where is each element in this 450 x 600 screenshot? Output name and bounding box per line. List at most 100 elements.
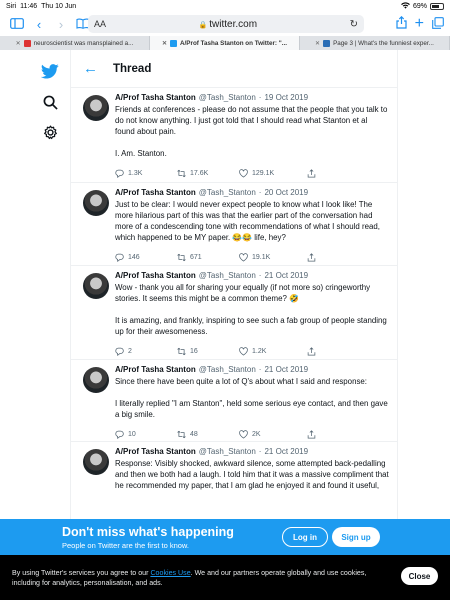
heart-icon xyxy=(239,429,248,439)
retweet-icon xyxy=(177,347,186,356)
clock: 11:46 xyxy=(20,2,38,10)
retweet-button[interactable]: 671 xyxy=(177,253,239,262)
retweet-button[interactable]: 17.6K xyxy=(177,169,239,178)
reload-icon[interactable]: ↻ xyxy=(350,19,358,30)
close-tab-icon[interactable]: ✕ xyxy=(162,40,167,47)
close-cookie-button[interactable]: Close xyxy=(401,567,438,585)
cookies-use-link[interactable]: Cookies Use xyxy=(150,569,190,577)
avatar[interactable] xyxy=(83,95,109,121)
tab-label: neuroscientist was mansplained a... xyxy=(33,39,134,47)
login-button[interactable]: Log in xyxy=(282,527,328,547)
tweet-date[interactable]: 21 Oct 2019 xyxy=(264,271,308,280)
search-icon[interactable] xyxy=(39,91,61,113)
tweet-paragraph: It is amazing, and frankly, inspiring to… xyxy=(115,316,387,336)
avatar[interactable] xyxy=(83,273,109,299)
close-tab-icon[interactable]: ✕ xyxy=(315,40,320,47)
share-icon[interactable] xyxy=(396,15,407,32)
like-count: 19.1K xyxy=(252,253,271,261)
tabs-overview-icon[interactable] xyxy=(432,16,444,32)
share-button[interactable] xyxy=(307,429,316,439)
tweet-date[interactable]: 20 Oct 2019 xyxy=(264,188,308,197)
tweet-text: Just to be clear: I would never expect p… xyxy=(115,199,389,243)
avatar[interactable] xyxy=(83,449,109,475)
reply-count: 146 xyxy=(128,253,140,261)
share-button[interactable] xyxy=(307,346,316,356)
forward-arrow-icon[interactable]: › xyxy=(50,17,72,32)
avatar[interactable] xyxy=(83,190,109,216)
page-title: Thread xyxy=(113,62,152,75)
tweet-header: A/Prof Tasha Stanton @Tash_Stanton · 21 Oct… xyxy=(115,271,389,281)
reply-button[interactable]: 146 xyxy=(115,253,177,262)
signup-banner: Don't miss what's happening People on Tw… xyxy=(0,519,450,555)
reply-button[interactable]: 10 xyxy=(115,430,177,439)
author-name[interactable]: A/Prof Tasha Stanton xyxy=(115,365,196,374)
author-name[interactable]: A/Prof Tasha Stanton xyxy=(115,93,196,102)
like-count: 2K xyxy=(252,430,261,438)
tweet-header: A/Prof Tasha Stanton @Tash_Stanton · 21 Oct… xyxy=(115,365,389,375)
reply-button[interactable]: 1.3K xyxy=(115,169,177,178)
address-bar[interactable]: AA 🔒 twitter.com ↻ xyxy=(88,15,364,33)
new-tab-icon[interactable]: + xyxy=(415,15,424,33)
back-arrow-icon[interactable]: ‹ xyxy=(28,17,50,32)
author-handle[interactable]: @Tash_Stanton xyxy=(199,447,256,456)
tweet[interactable]: A/Prof Tasha Stanton @Tash_Stanton · 19 Oct… xyxy=(71,88,397,183)
browser-tab[interactable]: ✕ neuroscientist was mansplained a... xyxy=(0,36,150,50)
sidebar-toggle-icon[interactable] xyxy=(6,17,28,32)
close-tab-icon[interactable]: ✕ xyxy=(16,40,21,47)
tweet-date[interactable]: 21 Oct 2019 xyxy=(264,365,308,374)
share-button[interactable] xyxy=(307,168,316,178)
url-text: twitter.com xyxy=(209,18,258,30)
share-button[interactable] xyxy=(307,252,316,262)
tweet-date[interactable]: 19 Oct 2019 xyxy=(264,93,308,102)
text-size-button[interactable]: AA xyxy=(94,19,106,29)
author-handle[interactable]: @Tash_Stanton xyxy=(199,271,256,280)
twitter-favicon-icon xyxy=(170,39,177,47)
like-button[interactable]: 19.1K xyxy=(239,252,307,262)
author-handle[interactable]: @Tash_Stanton xyxy=(199,188,256,197)
like-button[interactable]: 1.2K xyxy=(239,346,307,356)
like-count: 1.2K xyxy=(252,347,267,355)
reply-button[interactable]: 2 xyxy=(115,347,177,356)
browser-tab[interactable]: ✕ Page 3 | What's the funniest exper... xyxy=(300,36,450,50)
cookie-text: By using Twitter's services you agree to… xyxy=(12,568,387,588)
tweet-text: Since there have been quite a lot of Q's… xyxy=(115,376,389,420)
tweet-list: A/Prof Tasha Stanton @Tash_Stanton · 19 Oct… xyxy=(71,88,397,522)
reply-count: 1.3K xyxy=(128,169,143,177)
twitter-logo-icon[interactable] xyxy=(39,60,61,82)
avatar[interactable] xyxy=(83,367,109,393)
tab-label: Page 3 | What's the funniest exper... xyxy=(333,39,434,47)
carrier-label: Siri xyxy=(6,2,17,10)
tweet[interactable]: A/Prof Tasha Stanton @Tash_Stanton · 21 Oct… xyxy=(71,442,397,522)
thread-column: ← Thread A/Prof Tasha Stanton @Tash_Stant… xyxy=(70,50,398,600)
cookie-consent-bar: By using Twitter's services you agree to… xyxy=(0,555,450,600)
retweet-button[interactable]: 48 xyxy=(177,430,239,439)
back-arrow-icon[interactable]: ← xyxy=(83,60,105,77)
signup-button[interactable]: Sign up xyxy=(332,527,380,547)
author-name[interactable]: A/Prof Tasha Stanton xyxy=(115,271,196,280)
browser-tab-active[interactable]: ✕ A/Prof Tasha Stanton on Twitter: "... xyxy=(150,36,300,50)
retweet-count: 48 xyxy=(190,430,198,438)
like-button[interactable]: 2K xyxy=(239,429,307,439)
share-icon xyxy=(307,168,316,178)
author-name[interactable]: A/Prof Tasha Stanton xyxy=(115,188,196,197)
tweet-paragraph: Response: Visibly shocked, awkward silen… xyxy=(115,459,389,490)
author-name[interactable]: A/Prof Tasha Stanton xyxy=(115,447,196,456)
tweet[interactable]: A/Prof Tasha Stanton @Tash_Stanton · 21 Oct… xyxy=(71,360,397,442)
tweet[interactable]: A/Prof Tasha Stanton @Tash_Stanton · 20 Oct… xyxy=(71,183,397,266)
tweet-header: A/Prof Tasha Stanton @Tash_Stanton · 19 Oct… xyxy=(115,93,389,103)
tab-bar: ✕ neuroscientist was mansplained a... ✕ … xyxy=(0,36,450,50)
tweet[interactable]: A/Prof Tasha Stanton @Tash_Stanton · 21 Oct… xyxy=(71,266,397,360)
like-button[interactable]: 129.1K xyxy=(239,168,307,178)
retweet-count: 16 xyxy=(190,347,198,355)
retweet-icon xyxy=(177,430,186,439)
settings-gear-icon[interactable] xyxy=(39,121,61,143)
author-handle[interactable]: @Tash_Stanton xyxy=(199,365,256,374)
tweet-header: A/Prof Tasha Stanton @Tash_Stanton · 20 Oct… xyxy=(115,188,389,198)
author-handle[interactable]: @Tash_Stanton xyxy=(199,93,256,102)
heart-icon xyxy=(239,346,248,356)
heart-icon xyxy=(239,252,248,262)
tweet-date[interactable]: 21 Oct 2019 xyxy=(264,447,308,456)
battery-fill xyxy=(432,4,439,8)
retweet-button[interactable]: 16 xyxy=(177,347,239,356)
dot-separator: · xyxy=(258,447,262,456)
